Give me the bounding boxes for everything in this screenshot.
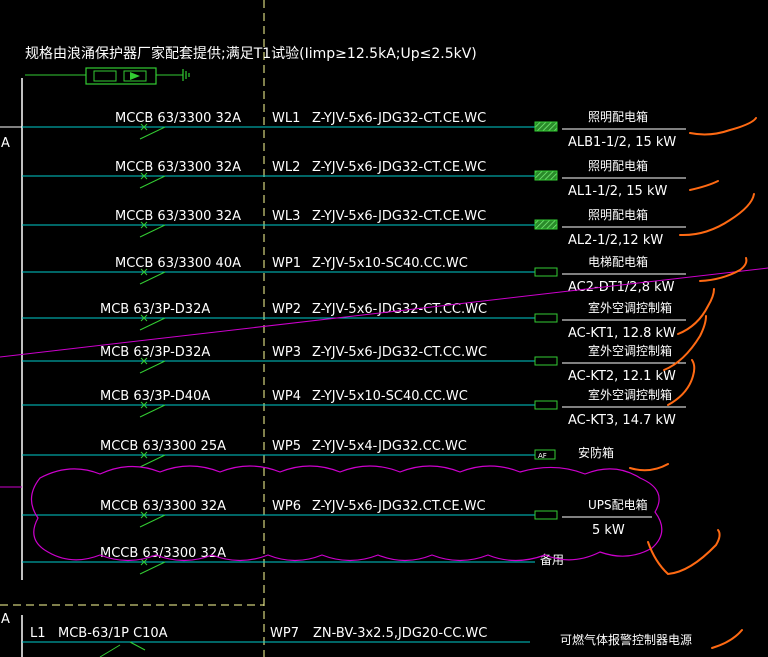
terminal-box	[534, 313, 558, 323]
breaker-label: MCCB 63/3300 25A	[100, 439, 226, 454]
load-name: 室外空调控制箱	[588, 387, 672, 402]
breaker-label: MCCB 63/3300 32A	[100, 499, 226, 514]
terminal-box	[534, 219, 558, 230]
circuit-row: MCCB 63/3300 32A WL2 Z-YJV-5x6-JDG32-CT.CE…	[22, 158, 686, 199]
breaker-contact	[139, 561, 166, 575]
breaker-contact	[139, 514, 166, 528]
load-detail: AC-KT2, 12.1 kW	[568, 369, 676, 384]
breaker-contact	[139, 224, 166, 238]
surge-protector-symbol	[25, 67, 190, 85]
load-name: UPS配电箱	[588, 497, 648, 512]
cable-spec: Z-YJV-5x10-SC40.CC.WC	[312, 256, 468, 271]
terminal-tag: AF	[538, 452, 547, 460]
bottom-cable: ZN-BV-3x2.5,JDG20-CC.WC	[313, 626, 487, 641]
cable-spec: Z-YJV-5x6-JDG32-CT.CE.WC	[312, 160, 486, 175]
circuit-code: WP1	[272, 256, 301, 271]
cable-spec: Z-YJV-5x6-JDG32-CT.CE.WC	[312, 111, 486, 126]
load-detail: AC-KT3, 14.7 kW	[568, 413, 676, 428]
breaker-contact	[139, 126, 166, 140]
breaker-label: MCCB 63/3300 32A	[115, 209, 241, 224]
circuit-row: MCCB 63/3300 32A WL3 Z-YJV-5x6-JDG32-CT.CE…	[22, 207, 686, 248]
terminal-box	[534, 400, 558, 410]
circuit-row: MCCB 63/3300 32A WP6 Z-YJV-5x6-JDG32.CT.CE…	[22, 497, 652, 538]
terminal-box	[534, 267, 558, 277]
circuit-code: WP4	[272, 389, 301, 404]
terminal-box	[534, 121, 558, 132]
load-detail: 5 kW	[592, 523, 625, 538]
distribution-diagram: 规格由浪涌保护器厂家配套提供;满足T1试验(Iimp≥12.5kA;Up≤2.5…	[0, 0, 768, 657]
circuit-list: MCCB 63/3300 32A WL1 Z-YJV-5x6-JDG32-CT.CE…	[22, 109, 686, 575]
cable-spec: Z-YJV-5x6-JDG32-CT.CC.WC	[312, 302, 487, 317]
circuit-row: MCB 63/3P-D32A WP3 Z-YJV-5x6-JDG32-CT.CC.W…	[22, 343, 686, 384]
breaker-contact	[139, 360, 166, 374]
cable-spec: Z-YJV-5x6-JDG32-CT.CC.WC	[312, 345, 487, 360]
breaker-contact	[139, 454, 166, 468]
circuit-code: WP2	[272, 302, 301, 317]
cable-spec: Z-YJV-5x10-SC40.CC.WC	[312, 389, 468, 404]
breaker-contact	[139, 404, 166, 418]
load-detail: ALB1-1/2, 15 kW	[568, 135, 676, 150]
breaker-label: MCCB 63/3300 32A	[115, 160, 241, 175]
cable-spec: Z-YJV-5x6-JDG32-CT.CE.WC	[312, 209, 486, 224]
circuit-row: MCB 63/3P-D40A WP4 Z-YJV-5x10-SC40.CC.WC 室外…	[22, 387, 686, 428]
bus-label: A	[1, 136, 10, 151]
circuit-code: WP6	[272, 499, 301, 514]
load-name: 照明配电箱	[588, 207, 648, 222]
breaker-label: MCB 63/3P-D32A	[100, 302, 210, 317]
circuit-code: WP3	[272, 345, 301, 360]
breaker-label: MCCB 63/3300 32A	[115, 111, 241, 126]
load-name: 室外空调控制箱	[588, 343, 672, 358]
bottom-code: WP7	[270, 626, 299, 641]
terminal-box	[534, 170, 558, 181]
load-detail: AC-KT1, 12.8 kW	[568, 326, 676, 341]
cable-spec: Z-YJV-5x6-JDG32.CT.CE.WC	[312, 499, 486, 514]
load-name: 电梯配电箱	[588, 254, 648, 269]
cable-spec: Z-YJV-5x4-JDG32.CC.WC	[312, 439, 467, 454]
bottom-load: 可燃气体报警控制器电源	[560, 632, 692, 647]
load-name: 安防箱	[578, 445, 614, 460]
circuit-code: WL3	[272, 209, 300, 224]
circuit-code: WL1	[272, 111, 300, 126]
circuit-row: MCB 63/3P-D32A WP2 Z-YJV-5x6-JDG32-CT.CC.W…	[22, 300, 686, 341]
load-name: 照明配电箱	[588, 158, 648, 173]
circuit-code: WL2	[272, 160, 300, 175]
breaker-label: MCB 63/3P-D40A	[100, 389, 210, 404]
bottom-phase: L1	[30, 626, 46, 641]
bottom-circuit-wp7: L1 MCB-63/1P C10A WP7 ZN-BV-3x2.5,JDG20-…	[22, 626, 692, 657]
header-note: 规格由浪涌保护器厂家配套提供;满足T1试验(Iimp≥12.5kA;Up≤2.5…	[25, 45, 477, 62]
breaker-contact	[139, 175, 166, 189]
bottom-breaker: MCB-63/1P C10A	[58, 626, 168, 641]
circuit-row: MCCB 63/3300 32A WL1 Z-YJV-5x6-JDG32-CT.CE…	[22, 109, 686, 150]
breaker-label: MCCB 63/3300 40A	[115, 256, 241, 271]
load-detail: AL2-1/2,12 kW	[568, 233, 663, 248]
circuit-row: MCCB 63/3300 25A WP5 Z-YJV-5x4-JDG32.CC.WC…	[22, 439, 614, 468]
load-detail: AC2-DT1/2,8 kW	[568, 280, 675, 295]
circuit-code: WP5	[272, 439, 301, 454]
breaker-label: MCB 63/3P-D32A	[100, 345, 210, 360]
breaker-contact	[139, 317, 166, 331]
load-name: 照明配电箱	[588, 109, 648, 124]
breaker-label: MCCB 63/3300 32A	[100, 546, 226, 561]
load-name: 室外空调控制箱	[588, 300, 672, 315]
terminal-box	[534, 356, 558, 366]
terminal-box	[534, 510, 558, 520]
load-detail: AL1-1/2, 15 kW	[568, 184, 667, 199]
breaker-contact	[139, 271, 166, 285]
lower-bus-label: A	[1, 612, 10, 627]
